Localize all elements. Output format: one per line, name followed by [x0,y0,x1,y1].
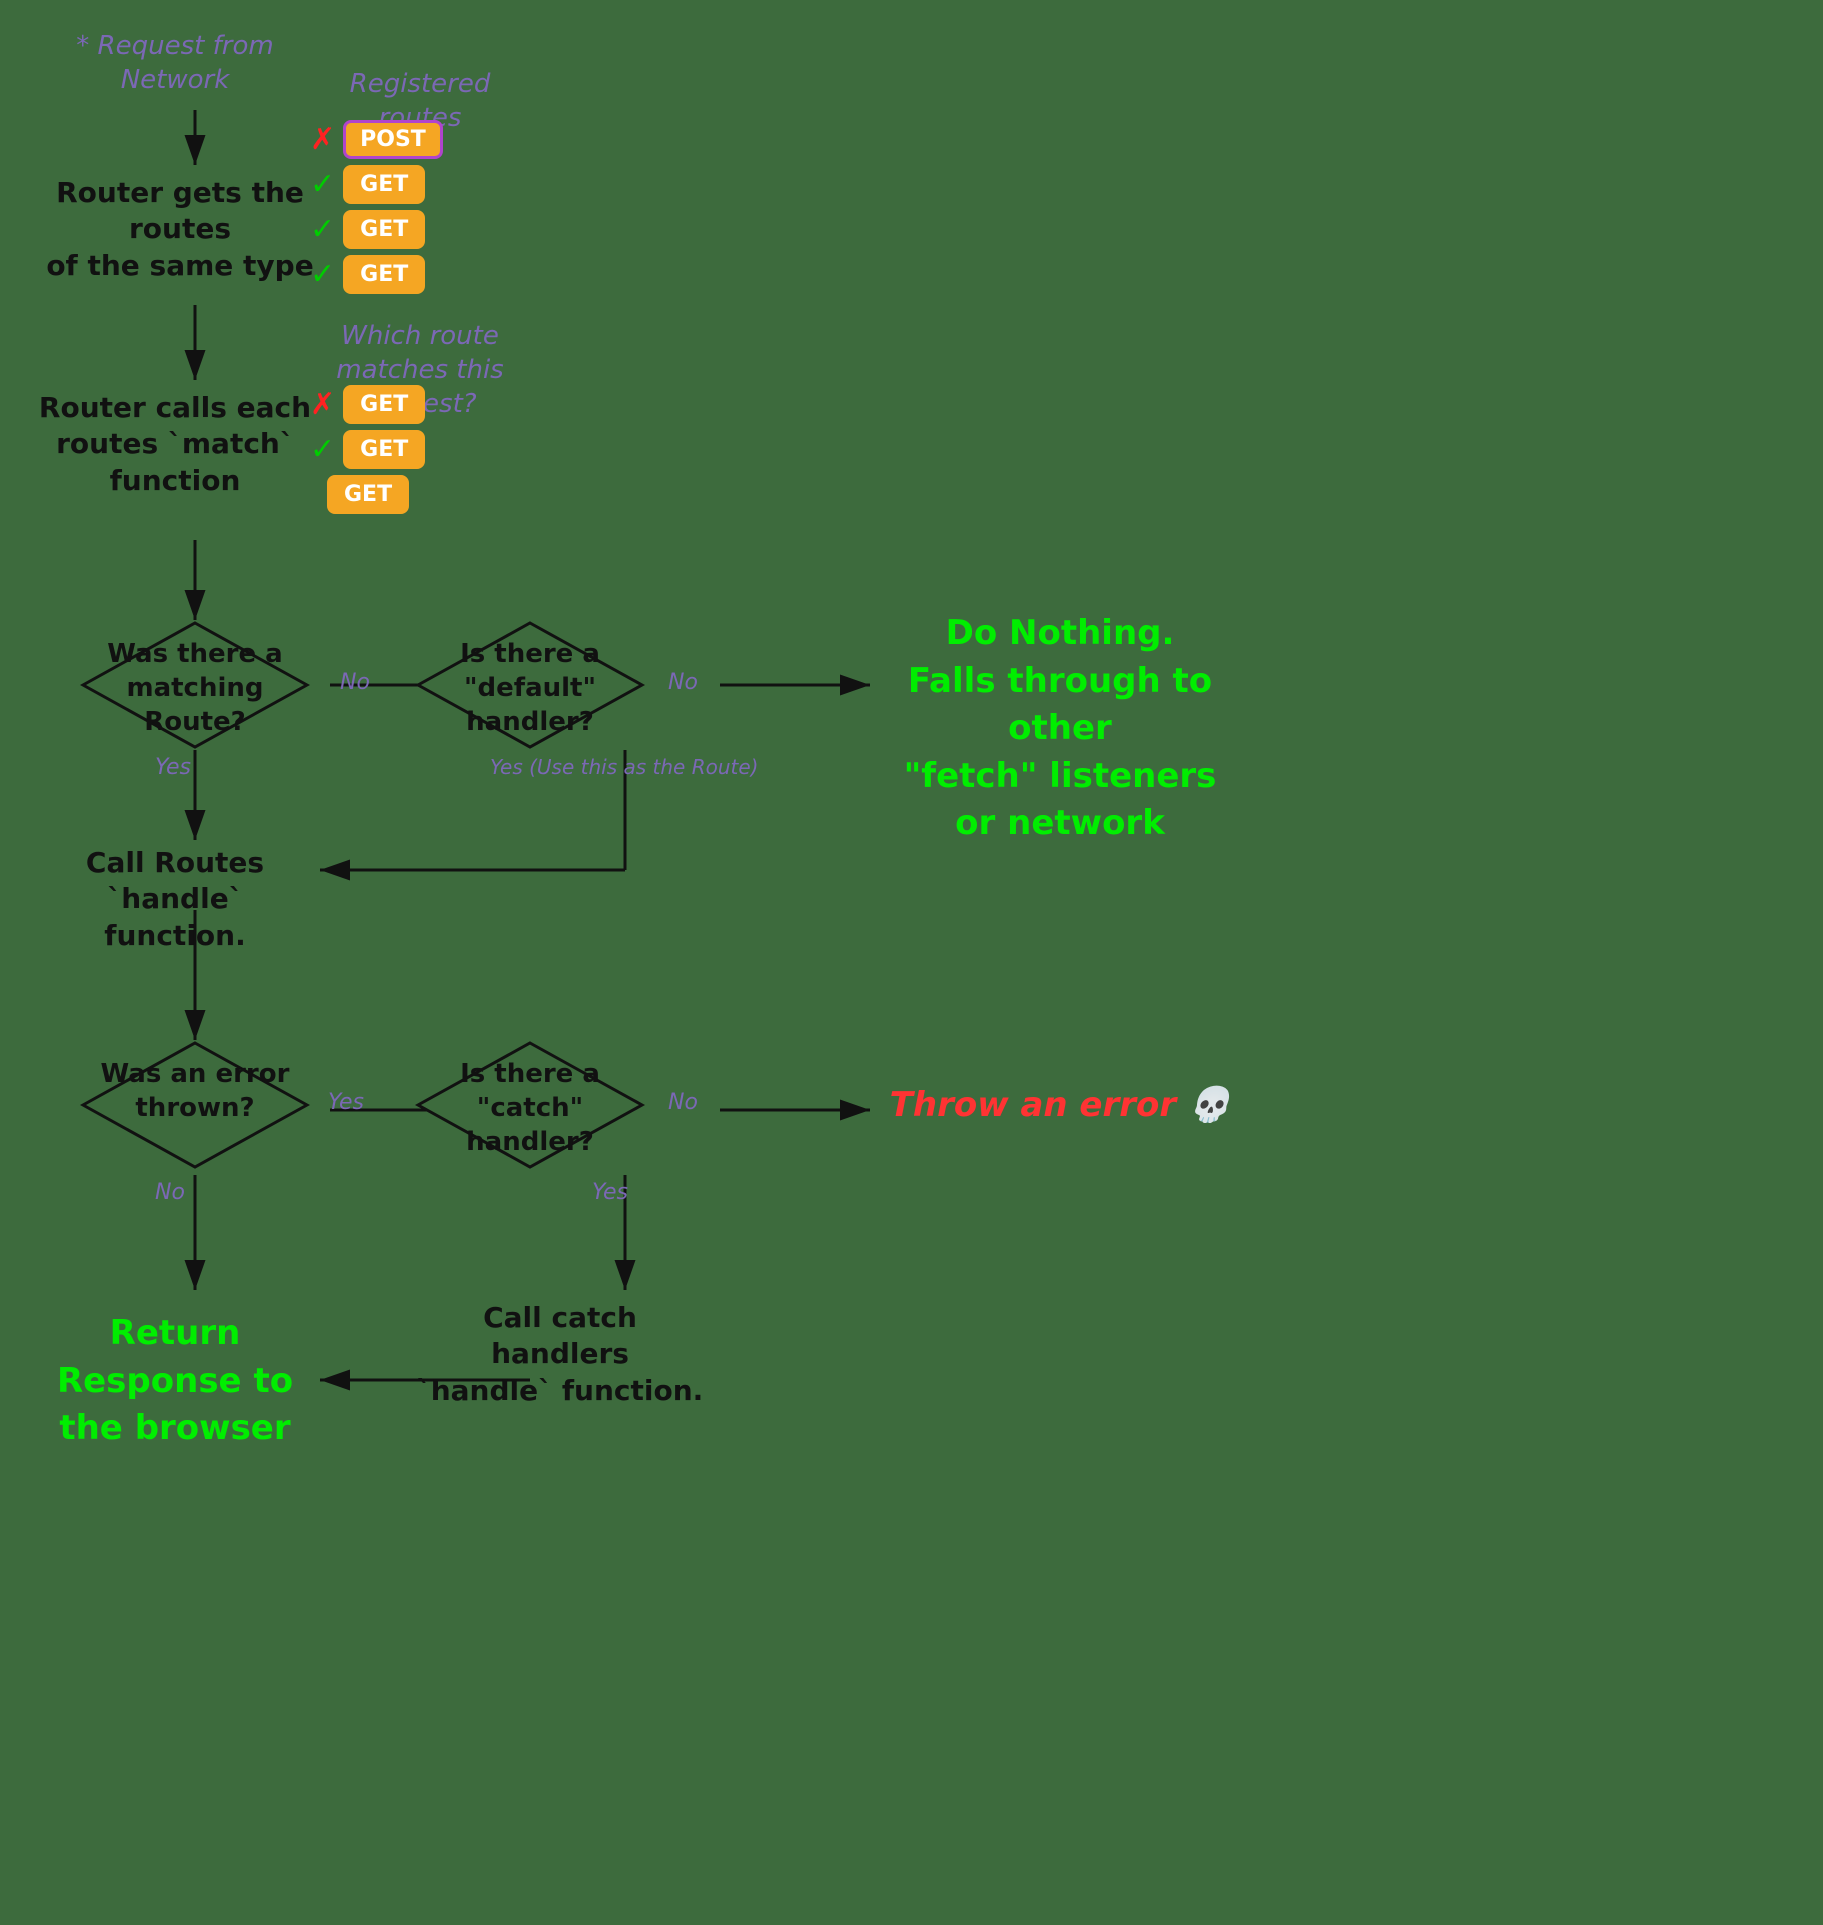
post-badge: POST [343,120,443,159]
match-get-badge-3: GET [327,475,409,514]
get-badge-row-2: ✓ GET [310,210,425,249]
check-icon-1: ✓ [310,167,335,202]
catch-handler-diamond [415,1040,645,1170]
match-get-badge-row-3: GET [327,475,409,514]
return-response-label: Return Response tothe browser [30,1310,320,1453]
default-handler-no-label: No [668,670,698,695]
default-handler-yes-label: Yes (Use this as the Route) [490,755,758,779]
router-calls-match-label: Router calls eachroutes `match`function [30,390,320,499]
match-get-badge-2: GET [343,430,425,469]
catch-handler-no-label: No [668,1090,698,1115]
match-get-badge-1: GET [343,385,425,424]
diagram: * Request from Network Router gets the r… [0,0,1823,1925]
request-from-network-label: * Request from Network [50,30,300,98]
matching-route-diamond-container: Was there amatching Route? [80,620,310,750]
error-thrown-no-label: No [155,1180,185,1205]
get-badge-2: GET [343,210,425,249]
match-get-badge-row-1: ✗ GET [310,385,425,424]
match-cross-icon: ✗ [310,387,335,422]
match-check-icon: ✓ [310,432,335,467]
get-badge-row-1: ✓ GET [310,165,425,204]
matching-route-no-label: No [340,670,370,695]
match-get-badge-row-2: ✓ GET [310,430,425,469]
call-catch-handlers-label: Call catch handlers`handle` function. [415,1300,705,1409]
error-thrown-diamond [80,1040,310,1170]
do-nothing-label: Do Nothing.Falls through to other"fetch"… [870,610,1250,848]
check-icon-3: ✓ [310,257,335,292]
flow-arrows [0,0,1823,1925]
catch-handler-yes-label: Yes [592,1180,628,1205]
throw-error-label: Throw an error 💀 [870,1085,1250,1125]
default-handler-diamond-container: Is there a"default" handler? [415,620,645,750]
post-badge-row: ✗ POST [310,120,443,159]
get-badge-row-3: ✓ GET [310,255,425,294]
matching-route-diamond [80,620,310,750]
call-routes-handle-label: Call Routes `handle`function. [30,845,320,954]
post-cross-icon: ✗ [310,122,335,157]
default-handler-diamond [415,620,645,750]
check-icon-2: ✓ [310,212,335,247]
get-badge-1: GET [343,165,425,204]
error-thrown-diamond-container: Was an errorthrown? [80,1040,310,1170]
matching-route-yes-label: Yes [155,755,191,780]
error-thrown-yes-label: Yes [328,1090,364,1115]
catch-handler-diamond-container: Is there a"catch" handler? [415,1040,645,1170]
get-badge-3: GET [343,255,425,294]
router-gets-routes-label: Router gets the routesof the same type [30,175,330,284]
